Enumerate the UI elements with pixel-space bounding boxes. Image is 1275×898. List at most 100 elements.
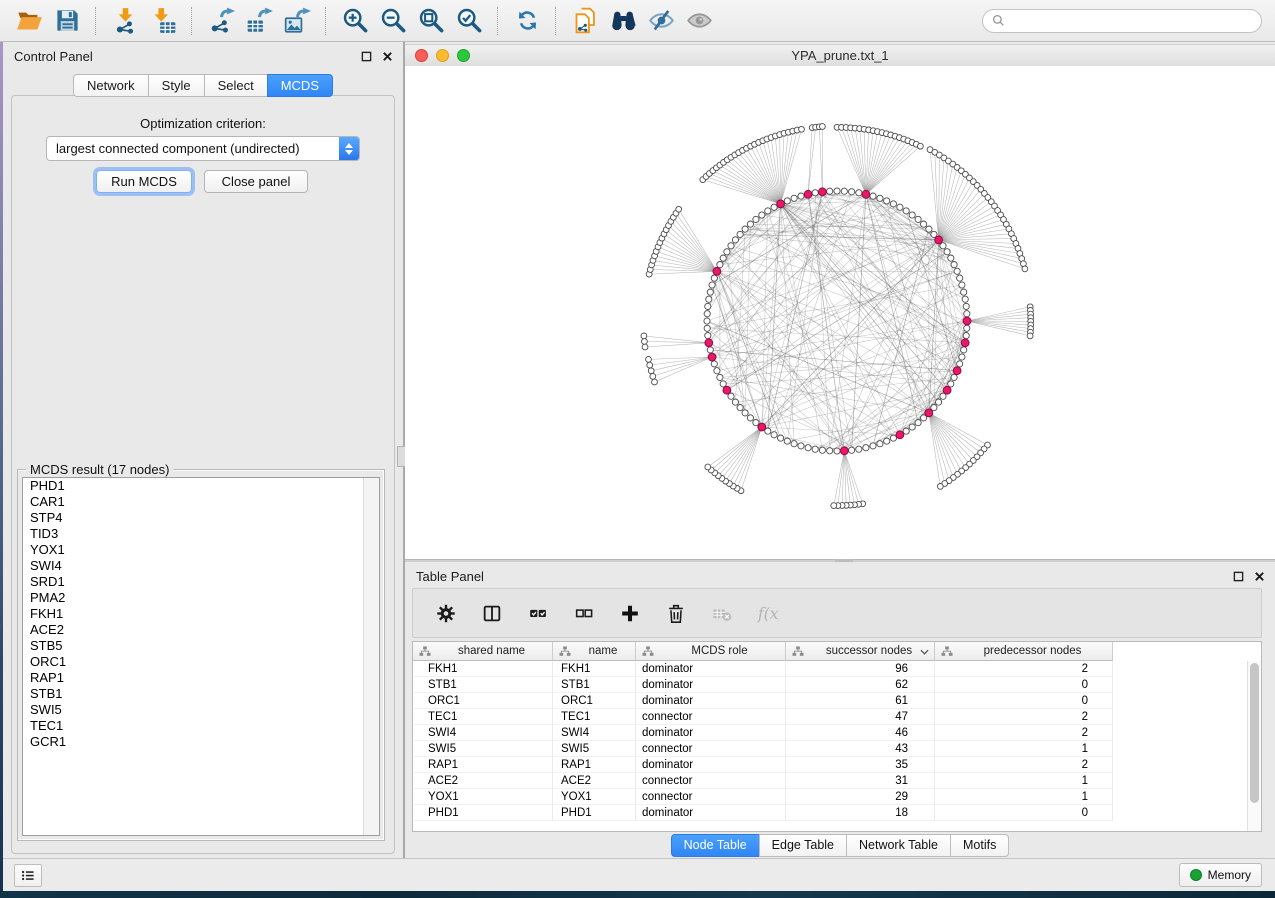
table-options-button[interactable] bbox=[429, 596, 463, 630]
network-edge[interactable] bbox=[929, 413, 973, 461]
network-edge[interactable] bbox=[939, 171, 962, 240]
network-edge[interactable] bbox=[935, 152, 939, 240]
column-header-predecessor-nodes[interactable]: predecessor nodes bbox=[935, 642, 1113, 661]
export-network-button[interactable] bbox=[204, 4, 238, 38]
network-node[interactable] bbox=[964, 311, 970, 317]
network-node[interactable] bbox=[957, 275, 963, 281]
mcds-result-item[interactable]: GCR1 bbox=[23, 734, 379, 750]
network-edge[interactable] bbox=[733, 427, 762, 486]
network-edge[interactable] bbox=[729, 427, 761, 484]
network-edge[interactable] bbox=[653, 357, 712, 376]
mcds-dominator-node[interactable] bbox=[953, 367, 961, 375]
zoom-out-button[interactable] bbox=[376, 4, 410, 38]
network-edge[interactable] bbox=[939, 224, 1007, 240]
network-node[interactable] bbox=[936, 399, 942, 405]
search-network-button[interactable] bbox=[606, 4, 640, 38]
network-edge[interactable] bbox=[718, 427, 762, 476]
mcds-dominator-node[interactable] bbox=[708, 353, 716, 361]
network-node[interactable] bbox=[737, 231, 743, 237]
network-node[interactable] bbox=[957, 361, 963, 367]
network-edge[interactable] bbox=[929, 413, 949, 481]
network-leaf-node[interactable] bbox=[820, 124, 826, 130]
network-node[interactable] bbox=[717, 262, 723, 268]
network-node[interactable] bbox=[707, 347, 713, 353]
network-edge[interactable] bbox=[781, 204, 960, 278]
network-node[interactable] bbox=[877, 441, 883, 447]
network-node[interactable] bbox=[961, 347, 967, 353]
network-node[interactable] bbox=[720, 381, 726, 387]
network-edge[interactable] bbox=[673, 217, 717, 271]
network-node[interactable] bbox=[704, 325, 710, 331]
network-edge[interactable] bbox=[930, 150, 939, 240]
network-node[interactable] bbox=[951, 374, 957, 380]
select-all-rows-button[interactable] bbox=[521, 596, 555, 630]
network-edge[interactable] bbox=[866, 136, 895, 194]
search-input[interactable] bbox=[1010, 13, 1253, 29]
network-edge[interactable] bbox=[967, 314, 1031, 321]
network-node[interactable] bbox=[963, 333, 969, 339]
network-node[interactable] bbox=[897, 204, 903, 210]
network-node[interactable] bbox=[798, 193, 804, 199]
mcds-result-item[interactable]: RAP1 bbox=[23, 670, 379, 686]
network-leaf-node[interactable] bbox=[705, 464, 711, 470]
network-node[interactable] bbox=[834, 448, 840, 454]
network-edge[interactable] bbox=[781, 130, 798, 204]
network-node[interactable] bbox=[890, 435, 896, 441]
mcds-result-item[interactable]: SWI5 bbox=[23, 702, 379, 718]
network-node[interactable] bbox=[720, 255, 726, 261]
network-edge[interactable] bbox=[645, 343, 709, 347]
network-edge[interactable] bbox=[939, 240, 951, 384]
import-network-button[interactable] bbox=[108, 4, 142, 38]
network-edge[interactable] bbox=[781, 132, 789, 204]
export-table-button[interactable] bbox=[242, 4, 276, 38]
panel-selector-button[interactable] bbox=[14, 864, 42, 887]
table-row[interactable]: FKH1FKH1dominator962 bbox=[413, 661, 1248, 677]
table-row[interactable]: ACE2ACE2connector311 bbox=[413, 773, 1248, 789]
network-node[interactable] bbox=[747, 415, 753, 421]
mcds-result-item[interactable]: YOX1 bbox=[23, 542, 379, 558]
table-row[interactable]: RAP1RAP1dominator352 bbox=[413, 757, 1248, 773]
tab-network[interactable]: Network bbox=[73, 74, 148, 97]
mcds-result-item[interactable]: SRD1 bbox=[23, 574, 379, 590]
network-node[interactable] bbox=[812, 190, 818, 196]
mcds-dominator-node[interactable] bbox=[961, 339, 969, 347]
table-row[interactable]: YOX1YOX1connector291 bbox=[413, 789, 1248, 805]
network-edge[interactable] bbox=[929, 413, 940, 487]
delete-column-button[interactable] bbox=[659, 596, 693, 630]
network-node[interactable] bbox=[962, 296, 968, 302]
network-node[interactable] bbox=[707, 289, 713, 295]
network-node[interactable] bbox=[711, 361, 717, 367]
tab-select[interactable]: Select bbox=[204, 74, 267, 97]
network-edge[interactable] bbox=[762, 240, 939, 427]
network-edge[interactable] bbox=[731, 157, 781, 204]
network-node[interactable] bbox=[771, 204, 777, 210]
network-node[interactable] bbox=[963, 303, 969, 309]
network-edge[interactable] bbox=[649, 271, 717, 274]
mcds-dominator-node[interactable] bbox=[862, 190, 870, 198]
network-node[interactable] bbox=[954, 268, 960, 274]
network-leaf-node[interactable] bbox=[937, 484, 943, 490]
network-node[interactable] bbox=[728, 243, 734, 249]
close-table-panel-icon[interactable] bbox=[1253, 570, 1265, 582]
network-node[interactable] bbox=[959, 282, 965, 288]
mcds-dominator-node[interactable] bbox=[713, 267, 721, 275]
network-node[interactable] bbox=[959, 354, 965, 360]
mcds-result-item[interactable]: TID3 bbox=[23, 526, 379, 542]
tab-edge-table[interactable]: Edge Table bbox=[759, 834, 846, 857]
network-edge[interactable] bbox=[837, 127, 866, 194]
network-leaf-node[interactable] bbox=[1022, 266, 1028, 272]
network-node[interactable] bbox=[961, 289, 967, 295]
network-node[interactable] bbox=[856, 190, 862, 196]
network-node[interactable] bbox=[705, 333, 711, 339]
network-leaf-node[interactable] bbox=[676, 206, 682, 212]
network-edge[interactable] bbox=[715, 427, 762, 473]
zoom-selected-button[interactable] bbox=[452, 4, 486, 38]
mcds-result-item[interactable]: ORC1 bbox=[23, 654, 379, 670]
network-edge[interactable] bbox=[711, 427, 762, 470]
mcds-result-item[interactable]: ACE2 bbox=[23, 622, 379, 638]
network-node[interactable] bbox=[849, 447, 855, 453]
mcds-result-item[interactable]: STP4 bbox=[23, 510, 379, 526]
network-edge[interactable] bbox=[851, 128, 866, 195]
memory-button[interactable]: Memory bbox=[1179, 863, 1262, 887]
mcds-dominator-node[interactable] bbox=[804, 190, 812, 198]
